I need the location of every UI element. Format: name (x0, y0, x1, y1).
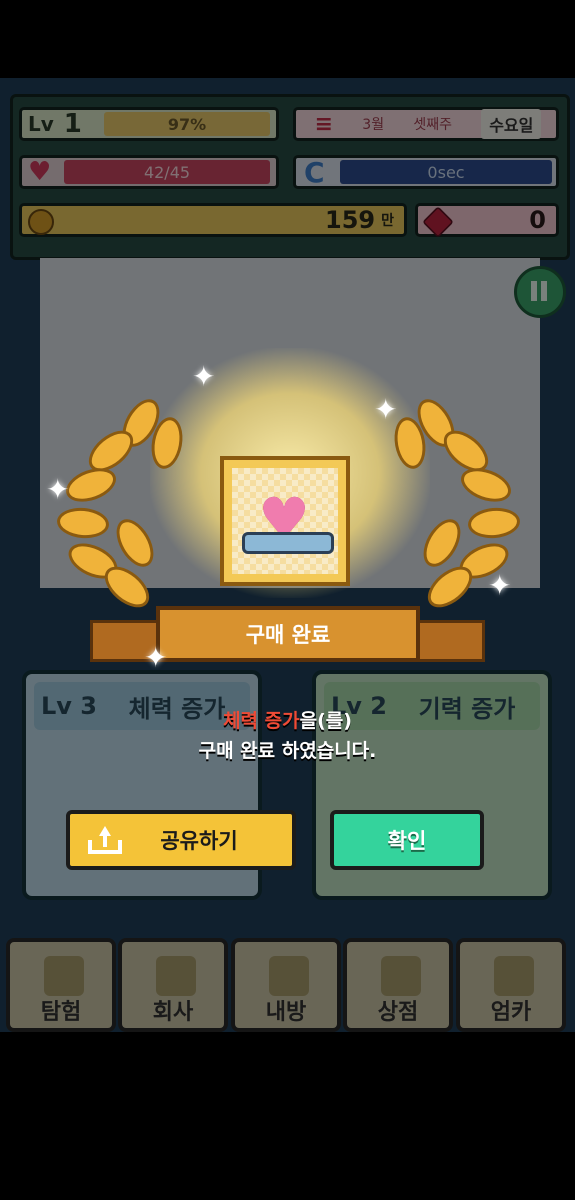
item-name-highlight: 체력 증가 (223, 710, 300, 732)
message-particle: 을(를) (299, 710, 352, 732)
sparkle-icon: ✦ (46, 473, 70, 506)
item-icon-frame: ♥ (220, 456, 350, 586)
share-icon (88, 826, 122, 854)
sparkle-icon: ✦ (488, 569, 512, 602)
popup-title: 구매 완료 (245, 623, 331, 647)
sparkle-icon: ✦ (374, 393, 398, 426)
laurel-left (45, 392, 205, 616)
confirm-button[interactable]: 확인 (330, 810, 484, 870)
purchase-message: 체력 증가을(를) 구매 완료 하였습니다. (0, 706, 575, 766)
ribbon-banner: 구매 완료 (156, 606, 420, 662)
sparkle-icon: ✦ (192, 360, 216, 393)
item-icon-background: ♥ (232, 468, 338, 574)
confirm-button-label: 확인 (387, 829, 427, 853)
game-screen: Lv 1 97% ≡ 3월 셋째주 수요일 ♥ 42/45 C 0sec 159… (0, 78, 575, 1032)
dumbbell-icon (242, 532, 334, 554)
share-button[interactable]: 공유하기 (66, 810, 296, 870)
sparkle-icon: ✦ (144, 641, 168, 674)
message-line2: 구매 완료 하였습니다. (198, 740, 377, 762)
share-button-label: 공유하기 (160, 829, 238, 853)
